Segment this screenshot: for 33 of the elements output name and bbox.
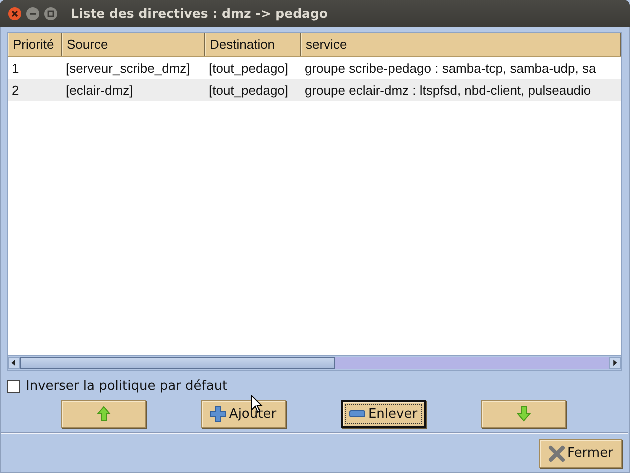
table-row[interactable]: 2 [eclair-dmz] [tout_pedago] groupe eclair-dmz : ltspfsd, nbd-client, pulseaudio bbox=[8, 79, 621, 101]
table-cell-text: [tout_pedago] bbox=[208, 60, 290, 78]
checkbox[interactable] bbox=[7, 380, 20, 392]
scrollbar-thumb[interactable] bbox=[20, 357, 335, 369]
window-title: Liste des directives : dmz -> pedago bbox=[71, 6, 328, 21]
minimize-icon[interactable] bbox=[26, 6, 40, 20]
table-cell-text: groupe scribe-pedago : samba-tcp, samba-udp, sa bbox=[304, 60, 598, 78]
down-arrow-icon bbox=[516, 406, 530, 422]
checkbox-label: Inverser la politique par défaut bbox=[26, 378, 228, 394]
move-up-button[interactable] bbox=[61, 400, 146, 428]
scroll-right-icon[interactable] bbox=[609, 357, 621, 369]
column-header[interactable]: Destination bbox=[205, 33, 301, 56]
table-cell-text: 2 bbox=[11, 82, 20, 100]
table-cell-text: groupe eclair-dmz : ltspfsd, nbd-client, pulseaudio bbox=[304, 82, 592, 100]
maximize-icon[interactable] bbox=[44, 6, 58, 20]
move-down-button[interactable] bbox=[481, 400, 566, 428]
remove-button[interactable]: Enlever bbox=[341, 400, 426, 428]
minus-icon bbox=[349, 410, 366, 418]
horizontal-scrollbar[interactable] bbox=[8, 355, 621, 370]
close-button[interactable]: Fermer bbox=[539, 439, 622, 468]
table-cell-text: [serveur_scribe_dmz] bbox=[65, 60, 192, 78]
up-arrow-icon bbox=[96, 406, 110, 422]
scroll-left-icon[interactable] bbox=[8, 357, 20, 369]
table-cell-text: 1 bbox=[11, 60, 20, 78]
table-cell-text: [tout_pedago] bbox=[208, 82, 290, 100]
add-button[interactable]: Ajouter bbox=[201, 400, 286, 428]
close-icon bbox=[548, 444, 566, 462]
plus-icon bbox=[210, 406, 228, 422]
column-header[interactable]: Source bbox=[62, 33, 205, 56]
column-header[interactable]: Priorité bbox=[8, 33, 62, 56]
close-icon[interactable] bbox=[8, 6, 22, 20]
table-cell-text: [eclair-dmz] bbox=[65, 82, 134, 100]
column-header[interactable]: service bbox=[301, 33, 621, 56]
